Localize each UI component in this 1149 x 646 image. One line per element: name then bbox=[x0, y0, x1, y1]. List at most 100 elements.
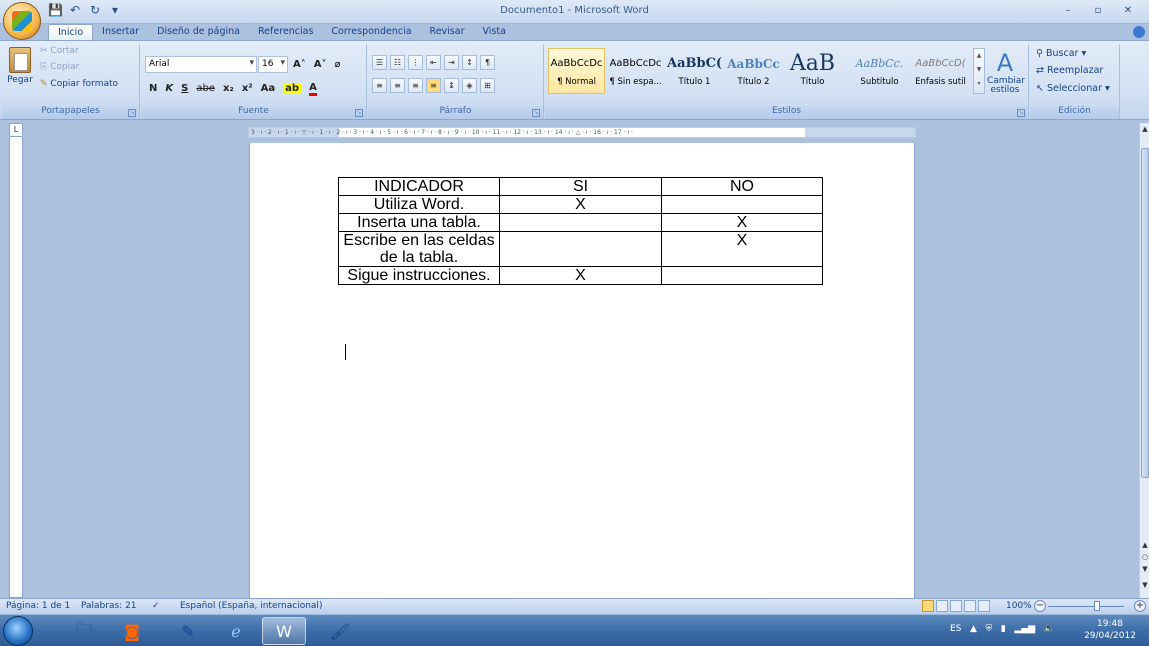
clear-format-icon[interactable]: ⌀ bbox=[335, 59, 341, 70]
security-icon[interactable]: ⛨ bbox=[986, 624, 998, 634]
tab-vista[interactable]: Vista bbox=[474, 24, 515, 41]
table-cell[interactable]: X bbox=[499, 195, 662, 214]
show-hidden-icons-icon[interactable]: ▲ bbox=[964, 624, 982, 634]
maximize-button[interactable]: ▫ bbox=[1083, 2, 1113, 20]
font-name-select[interactable]: Arial bbox=[145, 56, 257, 73]
styles-scroll-icon[interactable]: ▲ ▼ ▾ bbox=[973, 48, 985, 94]
internet-explorer-taskbar-icon[interactable]: ℯ bbox=[214, 617, 258, 645]
styles-launcher-icon[interactable]: ↘ bbox=[1017, 109, 1025, 117]
tab-selector-icon[interactable]: L bbox=[9, 123, 23, 137]
clipboard-launcher-icon[interactable]: ↘ bbox=[128, 109, 136, 117]
subscript-button[interactable]: x₂ bbox=[223, 83, 234, 94]
table-cell[interactable]: Escribe en las celdas de la tabla. bbox=[338, 231, 500, 267]
tab-revisar[interactable]: Revisar bbox=[421, 24, 474, 41]
change-case-button[interactable]: Aa bbox=[261, 83, 276, 94]
select-button[interactable]: ↖ Seleccionar ▾ bbox=[1036, 83, 1110, 94]
underline-button[interactable]: S bbox=[181, 83, 188, 94]
style-sin-espaciado[interactable]: AaBbCcDc ¶ Sin espa... bbox=[607, 48, 664, 94]
font-launcher-icon[interactable]: ↘ bbox=[355, 109, 363, 117]
tab-correspondencia[interactable]: Correspondencia bbox=[322, 24, 420, 41]
zoom-in-icon[interactable]: + bbox=[1134, 600, 1146, 612]
table-cell[interactable] bbox=[499, 231, 662, 267]
shading-icon[interactable]: ◈ bbox=[462, 78, 477, 93]
input-language[interactable]: ES bbox=[950, 624, 961, 634]
previous-page-icon[interactable]: ▲ bbox=[1140, 541, 1149, 549]
next-page-icon[interactable]: ▼ bbox=[1140, 565, 1149, 573]
bold-button[interactable]: N bbox=[149, 83, 157, 94]
language-indicator[interactable]: Español (España, internacional) bbox=[180, 601, 322, 611]
table-cell[interactable]: Utiliza Word. bbox=[338, 195, 500, 214]
print-layout-icon[interactable] bbox=[922, 600, 934, 612]
volume-icon[interactable]: 🔈 bbox=[1044, 624, 1055, 634]
app-taskbar-icon[interactable]: ✎ bbox=[166, 617, 210, 645]
paste-button[interactable]: Pegar bbox=[6, 47, 34, 95]
full-screen-reading-icon[interactable] bbox=[936, 600, 948, 612]
document-page[interactable]: INDICADOR SI NO Utiliza Word. X Inserta … bbox=[249, 143, 915, 598]
multilevel-list-icon[interactable]: ⋮ bbox=[408, 55, 423, 70]
increase-indent-icon[interactable]: ⇥ bbox=[444, 55, 459, 70]
vertical-scrollbar[interactable]: ▲ ▲ ○ ▼ ▼ bbox=[1139, 123, 1149, 598]
web-layout-icon[interactable] bbox=[950, 600, 962, 612]
help-icon[interactable] bbox=[1133, 26, 1145, 38]
style-enfasis-sutil[interactable]: AaBbCcD(Énfasis sutil bbox=[912, 48, 969, 94]
word-count[interactable]: Palabras: 21 bbox=[81, 601, 137, 611]
table-cell[interactable] bbox=[661, 195, 823, 214]
strikethrough-button[interactable]: abe bbox=[196, 83, 215, 94]
show-marks-icon[interactable]: ¶ bbox=[480, 55, 495, 70]
clock[interactable]: 19:48 29/04/2012 bbox=[1080, 618, 1140, 642]
style-normal[interactable]: AaBbCcDc ¶ Normal bbox=[548, 48, 605, 94]
table-cell[interactable]: SI bbox=[499, 177, 662, 196]
font-size-select[interactable]: 16 bbox=[258, 56, 288, 73]
close-button[interactable]: ✕ bbox=[1113, 2, 1143, 20]
borders-icon[interactable]: ⊞ bbox=[480, 78, 495, 93]
network-icon[interactable]: ▂▄▆ bbox=[1014, 624, 1041, 634]
justify-icon[interactable]: ≡ bbox=[426, 78, 441, 93]
align-left-icon[interactable]: ≡ bbox=[372, 78, 387, 93]
grow-font-icon[interactable]: A˄ bbox=[293, 59, 306, 70]
bullets-icon[interactable]: ☰ bbox=[372, 55, 387, 70]
paint-taskbar-icon[interactable]: 🖌 bbox=[318, 617, 362, 645]
table-cell[interactable]: X bbox=[661, 231, 823, 267]
shrink-font-icon[interactable]: A˅ bbox=[314, 59, 327, 70]
table-cell[interactable]: Sigue instrucciones. bbox=[338, 266, 500, 285]
style-titulo-2[interactable]: AaBbCc Título 2 bbox=[725, 48, 782, 94]
tab-referencias[interactable]: Referencias bbox=[249, 24, 322, 41]
change-styles-button[interactable]: A Cambiar estilos bbox=[987, 49, 1025, 95]
align-right-icon[interactable]: ≡ bbox=[408, 78, 423, 93]
superscript-button[interactable]: x² bbox=[242, 83, 253, 94]
word-taskbar-icon[interactable]: W bbox=[262, 617, 306, 645]
replace-button[interactable]: ⇄ Reemplazar bbox=[1036, 65, 1103, 76]
scroll-up-icon[interactable]: ▲ bbox=[1140, 125, 1149, 133]
proofing-icon[interactable]: ✓ bbox=[152, 601, 160, 611]
highlight-icon[interactable]: ab bbox=[283, 83, 302, 94]
paragraph-launcher-icon[interactable]: ↘ bbox=[532, 109, 540, 117]
scroll-thumb[interactable] bbox=[1141, 148, 1149, 478]
sort-icon[interactable]: ↕ bbox=[462, 55, 477, 70]
media-player-taskbar-icon[interactable]: ◙ bbox=[110, 617, 154, 645]
table-cell[interactable]: X bbox=[499, 266, 662, 285]
decrease-indent-icon[interactable]: ⇤ bbox=[426, 55, 441, 70]
copy-button[interactable]: ⎘ Copiar bbox=[40, 62, 79, 72]
table-cell[interactable] bbox=[499, 213, 662, 232]
style-subtitulo[interactable]: AaBbCc. Subtítulo bbox=[851, 48, 908, 94]
style-titulo-1[interactable]: AaBbC(Título 1 bbox=[666, 48, 723, 94]
table-cell[interactable]: Inserta una tabla. bbox=[338, 213, 500, 232]
zoom-slider[interactable] bbox=[1048, 606, 1124, 607]
table-cell[interactable]: INDICADOR bbox=[338, 177, 500, 196]
document-table[interactable]: INDICADOR SI NO Utiliza Word. X Inserta … bbox=[338, 177, 823, 285]
explorer-taskbar-icon[interactable]: 🗀 bbox=[62, 617, 106, 645]
outline-icon[interactable] bbox=[964, 600, 976, 612]
battery-icon[interactable]: ▮ bbox=[1001, 624, 1012, 634]
page-count[interactable]: Página: 1 de 1 bbox=[6, 601, 70, 611]
zoom-out-icon[interactable]: − bbox=[1034, 600, 1046, 612]
start-button[interactable] bbox=[3, 616, 33, 646]
draft-icon[interactable] bbox=[978, 600, 990, 612]
table-cell[interactable] bbox=[661, 266, 823, 285]
table-cell[interactable]: NO bbox=[661, 177, 823, 196]
format-painter-button[interactable]: ✎ Copiar formato bbox=[40, 79, 118, 89]
style-titulo[interactable]: AaB Título bbox=[784, 48, 841, 94]
scroll-down-icon[interactable]: ▼ bbox=[1140, 581, 1149, 589]
italic-button[interactable]: K bbox=[165, 83, 173, 94]
table-cell[interactable]: X bbox=[661, 213, 823, 232]
minimize-button[interactable]: – bbox=[1053, 2, 1083, 20]
